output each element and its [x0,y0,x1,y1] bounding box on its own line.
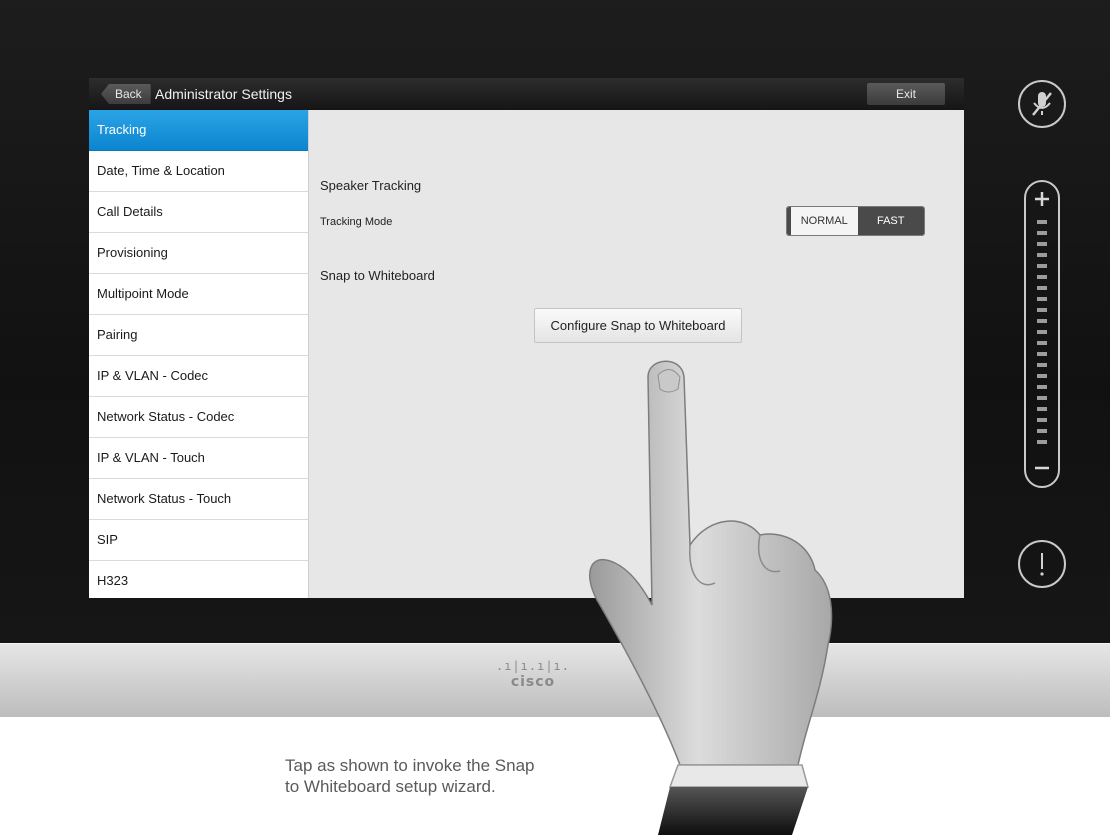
sidebar-item-network-status-touch[interactable]: Network Status - Touch [89,479,308,520]
page-title: Administrator Settings [155,86,292,102]
volume-control[interactable] [1024,180,1060,488]
speaker-tracking-heading: Speaker Tracking [320,178,422,193]
cisco-logo: .ı|ı.ı|ı. cisco [488,659,578,699]
cisco-logo-bars: .ı|ı.ı|ı. [495,659,571,673]
sidebar-item-pairing[interactable]: Pairing [89,315,308,356]
sidebar-item-date-time-location[interactable]: Date, Time & Location [89,151,308,192]
tracking-mode-normal-option[interactable]: NORMAL [787,207,858,235]
tracking-mode-toggle[interactable]: NORMAL FAST [787,207,924,235]
sidebar-item-multipoint-mode[interactable]: Multipoint Mode [89,274,308,315]
tracking-mode-fast-option[interactable]: FAST [857,207,924,235]
microphone-muted-icon [1032,92,1052,116]
configure-snap-to-whiteboard-button[interactable]: Configure Snap to Whiteboard [534,308,742,343]
sidebar-item-call-details[interactable]: Call Details [89,192,308,233]
tracking-mode-label: Tracking Mode [320,216,393,228]
settings-sidebar: Tracking Date, Time & Location Call Deta… [89,110,308,598]
sidebar-item-tracking[interactable]: Tracking [89,110,308,151]
title-bar: Back Administrator Settings Exit [89,78,964,110]
sidebar-item-ip-vlan-codec[interactable]: IP & VLAN - Codec [89,356,308,397]
volume-slider-graphic [1035,192,1049,470]
sidebar-item-h323[interactable]: H323 [89,561,308,598]
cisco-logo-text: cisco [510,674,556,690]
alert-button[interactable] [1018,540,1066,588]
mute-button[interactable] [1018,80,1066,128]
snap-to-whiteboard-heading: Snap to Whiteboard [320,268,435,283]
back-button[interactable]: Back [101,84,151,104]
caption-line-2: to Whiteboard setup wizard. [285,777,496,796]
plus-icon [1035,192,1049,206]
sidebar-item-provisioning[interactable]: Provisioning [89,233,308,274]
exit-button[interactable]: Exit [867,83,945,105]
exclamation-icon [1040,553,1044,576]
caption-line-1: Tap as shown to invoke the Snap [285,756,535,775]
sidebar-item-sip[interactable]: SIP [89,520,308,561]
sidebar-item-network-status-codec[interactable]: Network Status - Codec [89,397,308,438]
instruction-caption: Tap as shown to invoke the Snap to White… [285,755,645,797]
sidebar-item-ip-vlan-touch[interactable]: IP & VLAN - Touch [89,438,308,479]
